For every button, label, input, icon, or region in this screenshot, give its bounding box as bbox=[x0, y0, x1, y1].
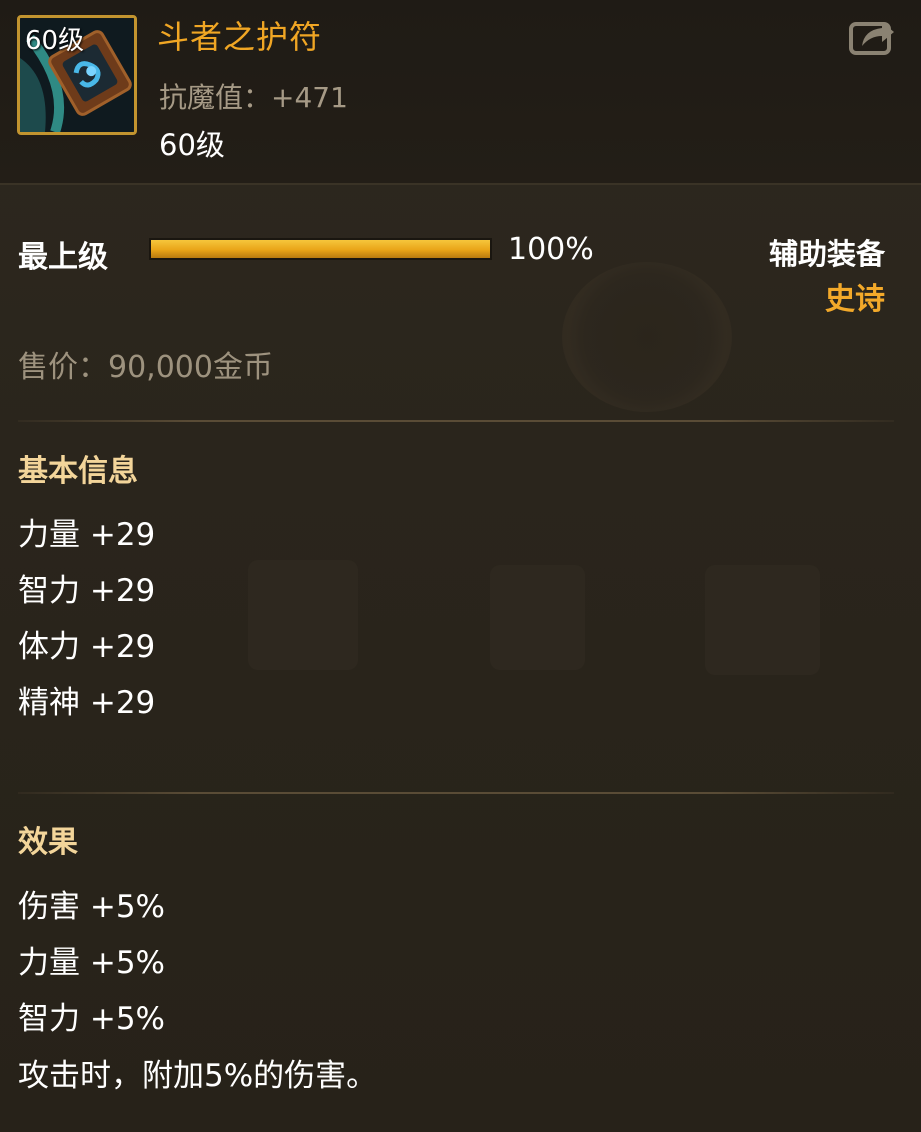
item-required-level: 60级 bbox=[159, 128, 225, 162]
background-decoration bbox=[705, 565, 820, 675]
item-price: 售价：90,000金币 bbox=[18, 350, 273, 385]
quality-label: 最上级 bbox=[18, 240, 108, 275]
background-decoration bbox=[248, 560, 358, 670]
quality-progress-bar bbox=[149, 238, 492, 260]
effect-line: 力量 +5% bbox=[18, 945, 166, 981]
quality-progress-fill bbox=[151, 240, 490, 258]
divider bbox=[18, 792, 894, 794]
divider bbox=[18, 420, 894, 422]
item-tooltip-panel: 60级 斗者之护符 抗魔值：+471 60级 最上级 100% 辅助装备 史诗 … bbox=[0, 0, 921, 1132]
effect-line: 伤害 +5% bbox=[18, 889, 166, 925]
background-decoration bbox=[490, 565, 585, 670]
background-emblem bbox=[562, 262, 732, 412]
basic-stat: 体力 +29 bbox=[18, 629, 156, 665]
share-icon[interactable] bbox=[848, 14, 898, 56]
quality-progress-text: 100% bbox=[508, 232, 594, 267]
basic-stat: 智力 +29 bbox=[18, 573, 156, 609]
basic-stat: 精神 +29 bbox=[18, 685, 156, 721]
item-header: 60级 斗者之护符 抗魔值：+471 60级 bbox=[0, 0, 921, 185]
basic-info-title: 基本信息 bbox=[18, 454, 138, 489]
item-icon-frame: 60级 bbox=[17, 15, 137, 135]
item-name: 斗者之护符 bbox=[157, 18, 323, 56]
item-rarity: 史诗 bbox=[825, 282, 885, 317]
effect-line: 攻击时，附加5%的伤害。 bbox=[18, 1058, 378, 1094]
item-level-badge: 60级 bbox=[25, 26, 85, 56]
item-type: 辅助装备 bbox=[768, 237, 885, 271]
basic-stat: 力量 +29 bbox=[18, 517, 156, 553]
effect-line: 智力 +5% bbox=[18, 1001, 166, 1037]
item-main-stat: 抗魔值：+471 bbox=[159, 81, 348, 114]
effects-title: 效果 bbox=[18, 825, 78, 860]
